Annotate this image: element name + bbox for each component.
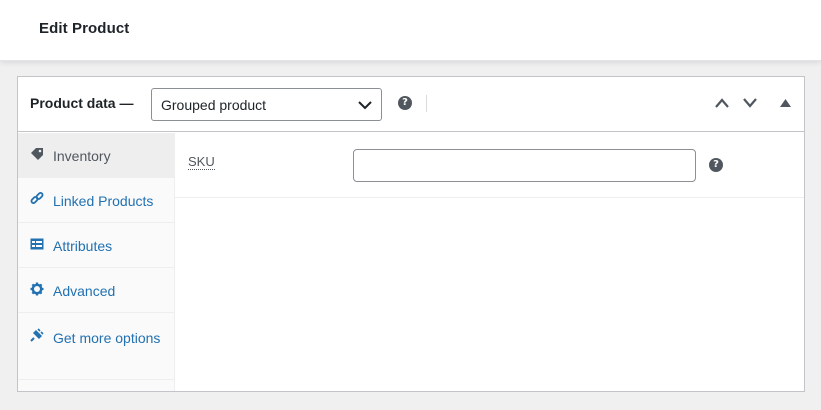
help-icon[interactable]: ? [709, 158, 723, 172]
product-type-select[interactable]: Grouped product [151, 88, 382, 121]
sku-label: SKU [188, 154, 215, 170]
tab-linked-products[interactable]: Linked Products [18, 178, 175, 223]
move-down-icon[interactable] [742, 97, 758, 109]
product-data-panel: Product data — Grouped product ? Invento… [17, 76, 805, 392]
move-up-icon[interactable] [714, 97, 730, 109]
tab-get-more-options[interactable]: Get more options [18, 313, 175, 380]
list-table-icon [30, 238, 44, 250]
tab-attributes[interactable]: Attributes [18, 223, 175, 268]
product-data-header: Product data — Grouped product ? [18, 77, 804, 132]
product-type-value: Grouped product [161, 97, 267, 113]
page-title: Edit Product [39, 20, 130, 37]
tab-advanced[interactable]: Advanced [18, 268, 175, 313]
toggle-collapse-icon[interactable] [780, 99, 791, 107]
inventory-panel: SKU ? [175, 133, 804, 391]
header-divider [426, 95, 427, 112]
tab-label: Linked Products [53, 193, 154, 209]
tag-icon [31, 148, 43, 160]
chevron-down-icon [358, 101, 372, 110]
help-icon[interactable]: ? [398, 96, 412, 110]
product-data-label: Product data — [30, 95, 134, 111]
tab-label: Get more options [53, 330, 161, 346]
product-data-tabs: Inventory Linked Products Attributes Adv… [18, 133, 175, 391]
sku-input[interactable] [353, 149, 696, 182]
tab-label: Attributes [53, 238, 113, 254]
sku-row: SKU ? [175, 133, 804, 198]
tab-label: Inventory [53, 148, 111, 164]
tab-label: Advanced [53, 283, 116, 299]
tab-inventory[interactable]: Inventory [18, 133, 175, 178]
link-icon [30, 192, 44, 204]
top-bar: Edit Product [0, 0, 821, 61]
gear-icon [30, 282, 44, 296]
